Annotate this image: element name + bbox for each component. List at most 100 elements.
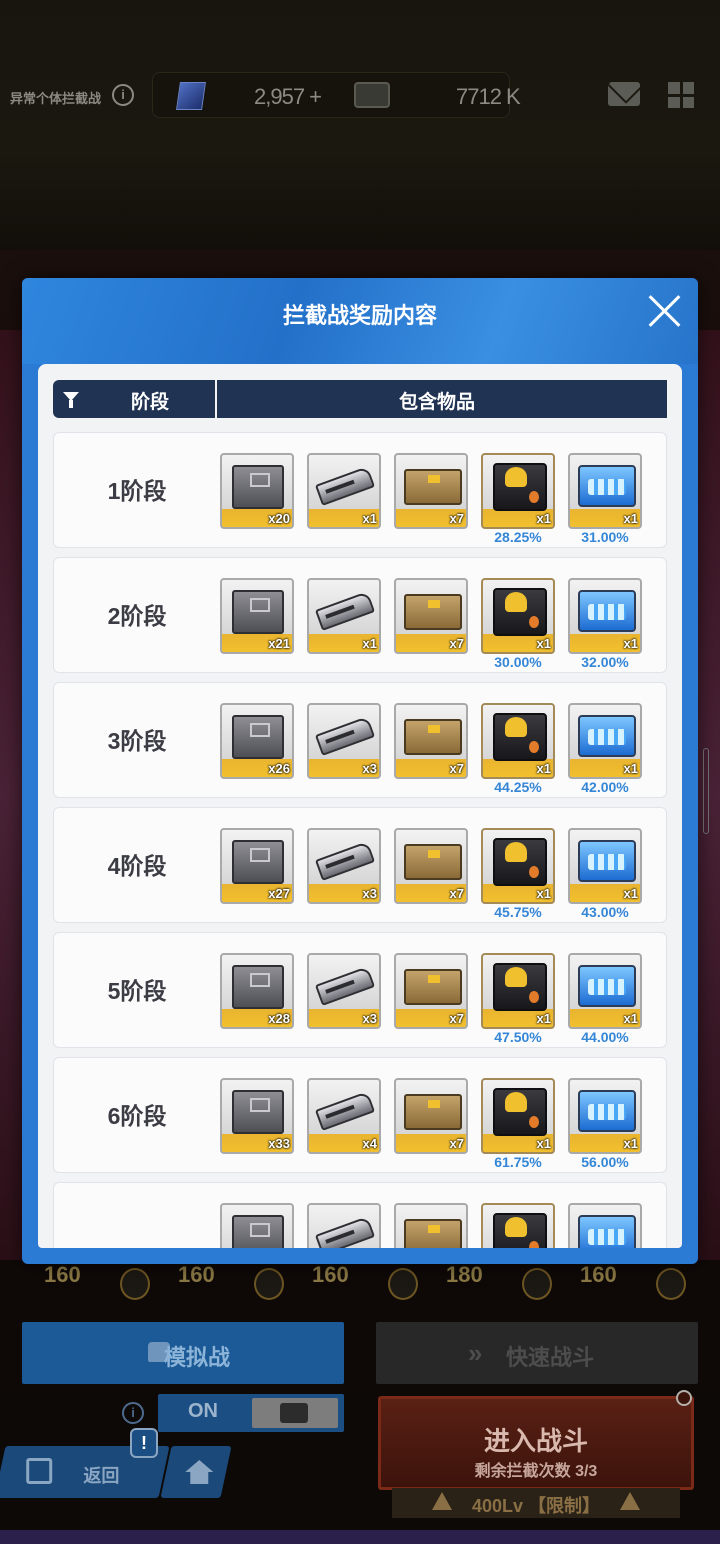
item-count: x1 — [623, 886, 638, 901]
drop-rate: 44.00% — [581, 1029, 629, 1045]
reward-item[interactable] — [481, 1203, 555, 1248]
reward-item[interactable]: x1 — [568, 578, 642, 654]
reward-item[interactable]: x26 — [220, 703, 294, 779]
supply-crate-icon — [404, 1094, 462, 1130]
reward-modal: 拦截战奖励内容 阶段 包含物品 1阶段 x20 x1 x7 x1 28.25% x1 31.0… — [22, 278, 698, 1264]
reward-item[interactable]: x1 — [568, 453, 642, 529]
home-button[interactable] — [160, 1446, 232, 1498]
weapon-part-icon — [314, 716, 376, 756]
item-count: x3 — [362, 886, 377, 901]
weapon-part-icon — [314, 966, 376, 1006]
exit-icon — [26, 1458, 53, 1484]
auto-toggle[interactable]: ON — [158, 1394, 344, 1432]
reward-item[interactable]: x7 — [394, 953, 468, 1029]
item-count: x1 — [623, 761, 638, 776]
close-icon[interactable] — [648, 294, 682, 328]
blue-crystal-case-icon — [578, 590, 636, 632]
reward-item[interactable]: x28 — [220, 953, 294, 1029]
drop-rate: 31.00% — [581, 529, 629, 545]
bottom-strip — [0, 1530, 720, 1544]
alert-badge: ! — [130, 1428, 158, 1458]
enter-battle-button[interactable]: 进入战斗 剩余拦截次数 3/3 — [378, 1396, 694, 1490]
reward-item[interactable] — [220, 1203, 294, 1248]
reward-item[interactable]: x1 — [481, 828, 555, 904]
reward-item[interactable]: x3 — [307, 703, 381, 779]
reward-item[interactable]: x1 — [307, 453, 381, 529]
table-row: 2阶段 x21 x1 x7 x1 30.00% x1 32.00% — [53, 557, 667, 673]
item-count: x1 — [536, 636, 551, 651]
menu-grid-icon[interactable] — [668, 82, 694, 108]
reward-item[interactable] — [568, 1203, 642, 1248]
reward-item[interactable]: x1 — [568, 828, 642, 904]
item-count: x3 — [362, 1011, 377, 1026]
drop-rate: 32.00% — [581, 654, 629, 670]
hex-element-icon — [388, 1268, 418, 1300]
reward-item[interactable]: x1 — [568, 703, 642, 779]
reward-item[interactable]: x27 — [220, 828, 294, 904]
supply-crate-icon — [404, 1219, 462, 1248]
reward-item[interactable]: x1 — [307, 578, 381, 654]
reward-item[interactable]: x7 — [394, 453, 468, 529]
blue-crystal-case-icon — [578, 715, 636, 757]
reward-item[interactable]: x1 — [481, 953, 555, 1029]
toggle-label: ON — [188, 1400, 218, 1422]
reward-item[interactable]: x4 — [307, 1078, 381, 1154]
reward-item[interactable]: x3 — [307, 828, 381, 904]
toggle-knob[interactable] — [252, 1398, 338, 1428]
reward-item[interactable]: x3 — [307, 953, 381, 1029]
blue-crystal-case-icon — [578, 465, 636, 507]
weapon-part-icon — [314, 591, 376, 631]
item-count: x1 — [623, 1136, 638, 1151]
silver-case-icon — [232, 840, 284, 884]
scrollbar[interactable] — [703, 748, 709, 834]
item-count: x27 — [268, 886, 290, 901]
reward-item[interactable] — [394, 1203, 468, 1248]
reward-item[interactable]: x1 — [481, 1078, 555, 1154]
hex-element-icon — [254, 1268, 284, 1300]
item-count: x28 — [268, 1011, 290, 1026]
item-count: x3 — [362, 761, 377, 776]
reward-item[interactable]: x1 — [481, 453, 555, 529]
stage-label: 6阶段 — [107, 1103, 167, 1129]
home-icon — [185, 1460, 214, 1472]
reward-item[interactable] — [307, 1203, 381, 1248]
reward-item[interactable]: x33 — [220, 1078, 294, 1154]
item-count: x1 — [623, 1011, 638, 1026]
weapon-part-icon — [314, 466, 376, 506]
drop-rate: 61.75% — [494, 1154, 542, 1170]
blue-crystal-case-icon — [578, 840, 636, 882]
reward-item[interactable]: x1 — [568, 953, 642, 1029]
drop-rate: 45.75% — [494, 904, 542, 920]
items-column-header: 包含物品 — [217, 380, 667, 418]
background-art-left — [0, 330, 22, 1260]
filter-icon[interactable] — [63, 392, 79, 408]
dark-box-icon — [493, 463, 547, 511]
reward-item[interactable]: x7 — [394, 703, 468, 779]
item-count: x26 — [268, 761, 290, 776]
weapon-part-icon — [314, 1091, 376, 1131]
fast-battle-label: 快速战斗 — [506, 1345, 595, 1370]
simulation-battle-button[interactable]: 模拟战 — [22, 1322, 344, 1384]
reward-item[interactable]: x21 — [220, 578, 294, 654]
supply-crate-icon — [404, 594, 462, 630]
mail-icon[interactable] — [608, 82, 640, 106]
fast-battle-button[interactable]: » 快速战斗 — [376, 1322, 698, 1384]
table-row: 4阶段 x27 x3 x7 x1 45.75% x1 43.00% — [53, 807, 667, 923]
reward-item[interactable]: x1 — [568, 1078, 642, 1154]
item-count: x7 — [449, 1136, 464, 1151]
reward-item[interactable]: x7 — [394, 828, 468, 904]
drop-rate: 43.00% — [581, 904, 629, 920]
reward-item[interactable]: x7 — [394, 578, 468, 654]
stage-column-header[interactable]: 阶段 — [53, 380, 215, 418]
reward-item[interactable]: x7 — [394, 1078, 468, 1154]
notification-dot — [676, 1390, 692, 1406]
table-header: 阶段 包含物品 — [53, 380, 667, 418]
reward-table[interactable]: 阶段 包含物品 1阶段 x20 x1 x7 x1 28.25% x1 31.00% 2阶段 x21… — [38, 364, 682, 1248]
info-icon[interactable]: i — [112, 84, 134, 106]
auto-info-icon[interactable]: i — [122, 1402, 144, 1424]
stage-header-label: 阶段 — [131, 392, 170, 413]
gem-count[interactable]: 2,957 + — [254, 84, 322, 110]
reward-item[interactable]: x20 — [220, 453, 294, 529]
reward-item[interactable]: x1 — [481, 578, 555, 654]
reward-item[interactable]: x1 — [481, 703, 555, 779]
